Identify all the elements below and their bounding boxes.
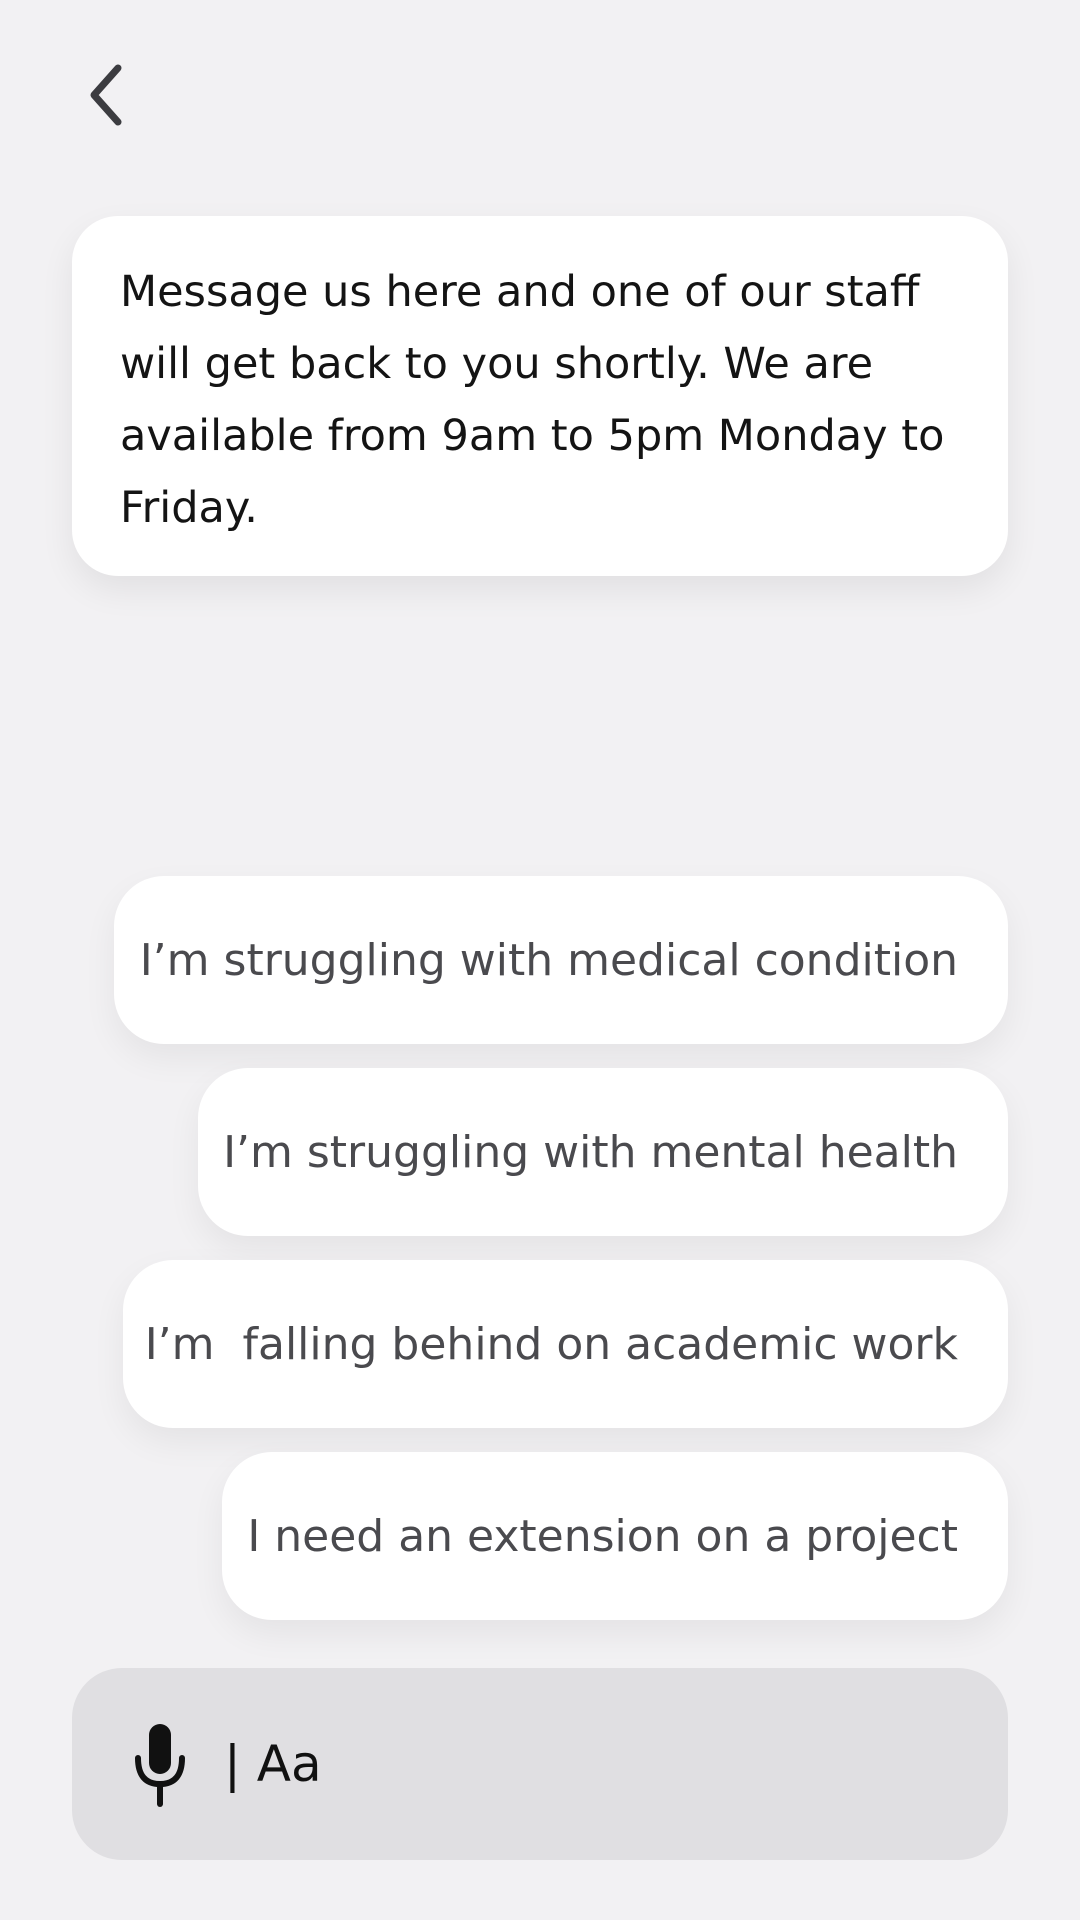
microphone-icon[interactable] xyxy=(130,1718,190,1810)
message-composer xyxy=(72,1668,1008,1860)
quick-reply-academic-work[interactable]: I’m falling behind on academic work xyxy=(123,1260,1008,1428)
chevron-left-icon xyxy=(78,50,138,144)
quick-reply-label: I need an extension on a project xyxy=(247,1510,958,1562)
quick-reply-label: I’m struggling with mental health xyxy=(223,1126,958,1178)
info-message-text: Message us here and one of our staff wil… xyxy=(120,267,945,533)
info-message-card: Message us here and one of our staff wil… xyxy=(72,216,1008,576)
back-button[interactable] xyxy=(78,52,154,142)
quick-reply-extension[interactable]: I need an extension on a project xyxy=(222,1452,1008,1620)
quick-reply-mental-health[interactable]: I’m struggling with mental health xyxy=(198,1068,1008,1236)
message-input[interactable] xyxy=(224,1735,924,1793)
quick-reply-label: I’m falling behind on academic work xyxy=(144,1318,958,1370)
quick-reply-medical-condition[interactable]: I’m struggling with medical condition xyxy=(114,876,1008,1044)
quick-reply-label: I’m struggling with medical condition xyxy=(139,934,958,986)
